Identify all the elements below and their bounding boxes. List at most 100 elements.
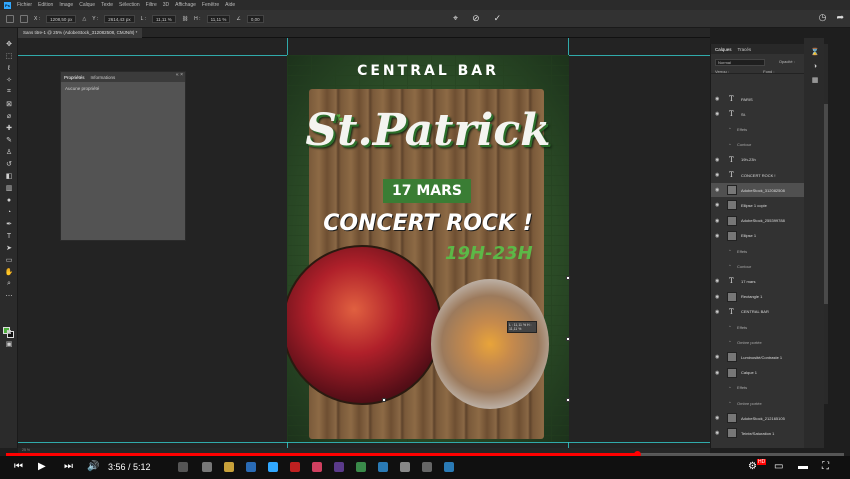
- menu-item-fenetre[interactable]: Fenêtre: [202, 2, 219, 8]
- zoom-tool-icon[interactable]: ⌕: [4, 280, 14, 288]
- visibility-eye-icon[interactable]: ◉: [715, 111, 719, 117]
- file-explorer-icon[interactable]: [224, 462, 234, 472]
- cancel-transform-icon[interactable]: ⊘: [472, 13, 480, 24]
- transform-handle[interactable]: [566, 276, 570, 280]
- frame-tool-icon[interactable]: ⊠: [4, 100, 14, 108]
- blend-mode-select[interactable]: Normal: [715, 59, 765, 66]
- x-position-field[interactable]: 1208,50 px: [46, 14, 77, 23]
- theater-mode-icon[interactable]: ▬: [798, 461, 808, 472]
- eraser-tool-icon[interactable]: ◧: [4, 172, 14, 180]
- menu-item-image[interactable]: Image: [59, 2, 73, 8]
- brush-tool-icon[interactable]: ✎: [4, 136, 14, 144]
- visibility-eye-icon[interactable]: ◉: [715, 354, 719, 360]
- marquee-tool-icon[interactable]: ⬚: [4, 52, 14, 60]
- effect-eye-icon[interactable]: ◦: [729, 400, 731, 406]
- tab-informations[interactable]: Informations: [91, 75, 116, 80]
- taskbar-app-icon[interactable]: [400, 462, 410, 472]
- gradient-tool-icon[interactable]: ▥: [4, 184, 14, 192]
- taskbar-app-icon[interactable]: [202, 462, 212, 472]
- fullscreen-icon[interactable]: ⛶: [822, 461, 829, 472]
- visibility-eye-icon[interactable]: ◉: [715, 309, 719, 315]
- visibility-eye-icon[interactable]: ◉: [715, 172, 719, 178]
- reference-point-icon[interactable]: [20, 14, 28, 23]
- effect-eye-icon[interactable]: ◦: [729, 126, 731, 132]
- pen-tool-icon[interactable]: ✒: [4, 220, 14, 228]
- screen-mode-icon[interactable]: ▣: [4, 340, 14, 348]
- dodge-tool-icon[interactable]: ◔: [4, 208, 14, 216]
- taskbar-app-icon[interactable]: [246, 462, 256, 472]
- tab-layers[interactable]: Calques: [715, 47, 732, 52]
- visibility-eye-icon[interactable]: ◉: [715, 278, 719, 284]
- link-icon[interactable]: ⛓: [182, 16, 188, 22]
- poster-artwork[interactable]: CENTRAL BAR ☘ St.Patrick 17 MARS CONCERT…: [287, 55, 569, 442]
- tab-properties[interactable]: Propriétés: [64, 75, 85, 80]
- quick-mask-icon[interactable]: ◙: [4, 328, 14, 336]
- taskbar-app-icon[interactable]: [334, 462, 344, 472]
- history-panel-icon[interactable]: ⌛: [810, 48, 820, 56]
- transform-handle[interactable]: [382, 398, 386, 402]
- visibility-eye-icon[interactable]: ◉: [715, 157, 719, 163]
- shape-tool-icon[interactable]: ▭: [4, 256, 14, 264]
- history-brush-icon[interactable]: ↺: [4, 160, 14, 168]
- hand-tool-icon[interactable]: ✋: [4, 268, 14, 276]
- warp-icon[interactable]: ⌖: [453, 13, 458, 24]
- commit-transform-icon[interactable]: ✓: [494, 13, 502, 24]
- taskbar-app-icon[interactable]: [312, 462, 322, 472]
- color-panel-icon[interactable]: ◑: [810, 62, 820, 70]
- calculator-icon[interactable]: [422, 462, 432, 472]
- more-tools-icon[interactable]: ⋯: [4, 292, 14, 300]
- taskbar-app-icon[interactable]: [444, 462, 454, 472]
- visibility-eye-icon[interactable]: ◉: [715, 202, 719, 208]
- lasso-tool-icon[interactable]: ℓ: [4, 64, 14, 72]
- type-tool-icon[interactable]: T: [4, 232, 14, 240]
- effect-eye-icon[interactable]: ◦: [729, 385, 731, 391]
- width-field[interactable]: 11,11 %: [151, 14, 176, 23]
- visibility-eye-icon[interactable]: ◉: [715, 415, 719, 421]
- menu-item-3d[interactable]: 3D: [163, 2, 169, 8]
- layers-scrollbar-thumb[interactable]: [824, 104, 828, 304]
- visibility-eye-icon[interactable]: ◉: [715, 370, 719, 376]
- next-icon[interactable]: ⏭: [64, 461, 73, 472]
- watch-later-icon[interactable]: ◷: [819, 12, 827, 23]
- menu-item-selection[interactable]: Sélection: [119, 2, 140, 8]
- taskbar-app-icon[interactable]: [356, 462, 366, 472]
- effect-eye-icon[interactable]: ◦: [729, 248, 731, 254]
- angle-field[interactable]: 0,00: [246, 14, 264, 23]
- document-tab[interactable]: Sans titre-1 @ 25% (AdobeStock_312082508…: [18, 28, 143, 38]
- visibility-eye-icon[interactable]: ◉: [715, 96, 719, 102]
- menu-item-texte[interactable]: Texte: [101, 2, 113, 8]
- height-field[interactable]: 11,11 %: [206, 14, 231, 23]
- move-tool-icon[interactable]: [6, 14, 14, 23]
- blur-tool-icon[interactable]: ●: [4, 196, 14, 204]
- share-icon[interactable]: ➦: [836, 12, 844, 23]
- visibility-eye-icon[interactable]: ◉: [715, 187, 719, 193]
- move-tool-icon[interactable]: ✥: [4, 40, 14, 48]
- volume-icon[interactable]: 🔊: [87, 461, 99, 472]
- layers-scrollbar[interactable]: [824, 44, 828, 404]
- delta-icon[interactable]: △: [82, 16, 86, 22]
- effect-eye-icon[interactable]: ◦: [729, 142, 731, 148]
- menu-item-edition[interactable]: Edition: [38, 2, 53, 8]
- panel-collapse-icon[interactable]: « ×: [176, 72, 183, 78]
- healing-brush-icon[interactable]: ✚: [4, 124, 14, 132]
- menu-item-aide[interactable]: Aide: [225, 2, 235, 8]
- menu-item-affichage[interactable]: Affichage: [175, 2, 196, 8]
- transform-handle[interactable]: [566, 398, 570, 402]
- taskbar-app-icon[interactable]: [378, 462, 388, 472]
- tab-paths[interactable]: Tracés: [738, 47, 752, 52]
- menu-item-fichier[interactable]: Fichier: [17, 2, 32, 8]
- photoshop-taskbar-icon[interactable]: [268, 462, 278, 472]
- visibility-eye-icon[interactable]: ◉: [715, 218, 719, 224]
- eyedropper-icon[interactable]: ⌀: [4, 112, 14, 120]
- settings-gear-icon[interactable]: ⚙: [748, 461, 757, 472]
- effect-eye-icon[interactable]: ◦: [729, 339, 731, 345]
- miniplayer-icon[interactable]: ▭: [774, 461, 783, 472]
- swatches-panel-icon[interactable]: ▦: [810, 76, 820, 84]
- taskbar-app-icon[interactable]: [290, 462, 300, 472]
- visibility-eye-icon[interactable]: ◉: [715, 294, 719, 300]
- previous-icon[interactable]: ⏮: [14, 461, 23, 472]
- transform-handle[interactable]: [566, 337, 570, 341]
- effect-eye-icon[interactable]: ◦: [729, 324, 731, 330]
- magic-wand-icon[interactable]: ✧: [4, 76, 14, 84]
- crop-tool-icon[interactable]: ⌗: [4, 88, 14, 96]
